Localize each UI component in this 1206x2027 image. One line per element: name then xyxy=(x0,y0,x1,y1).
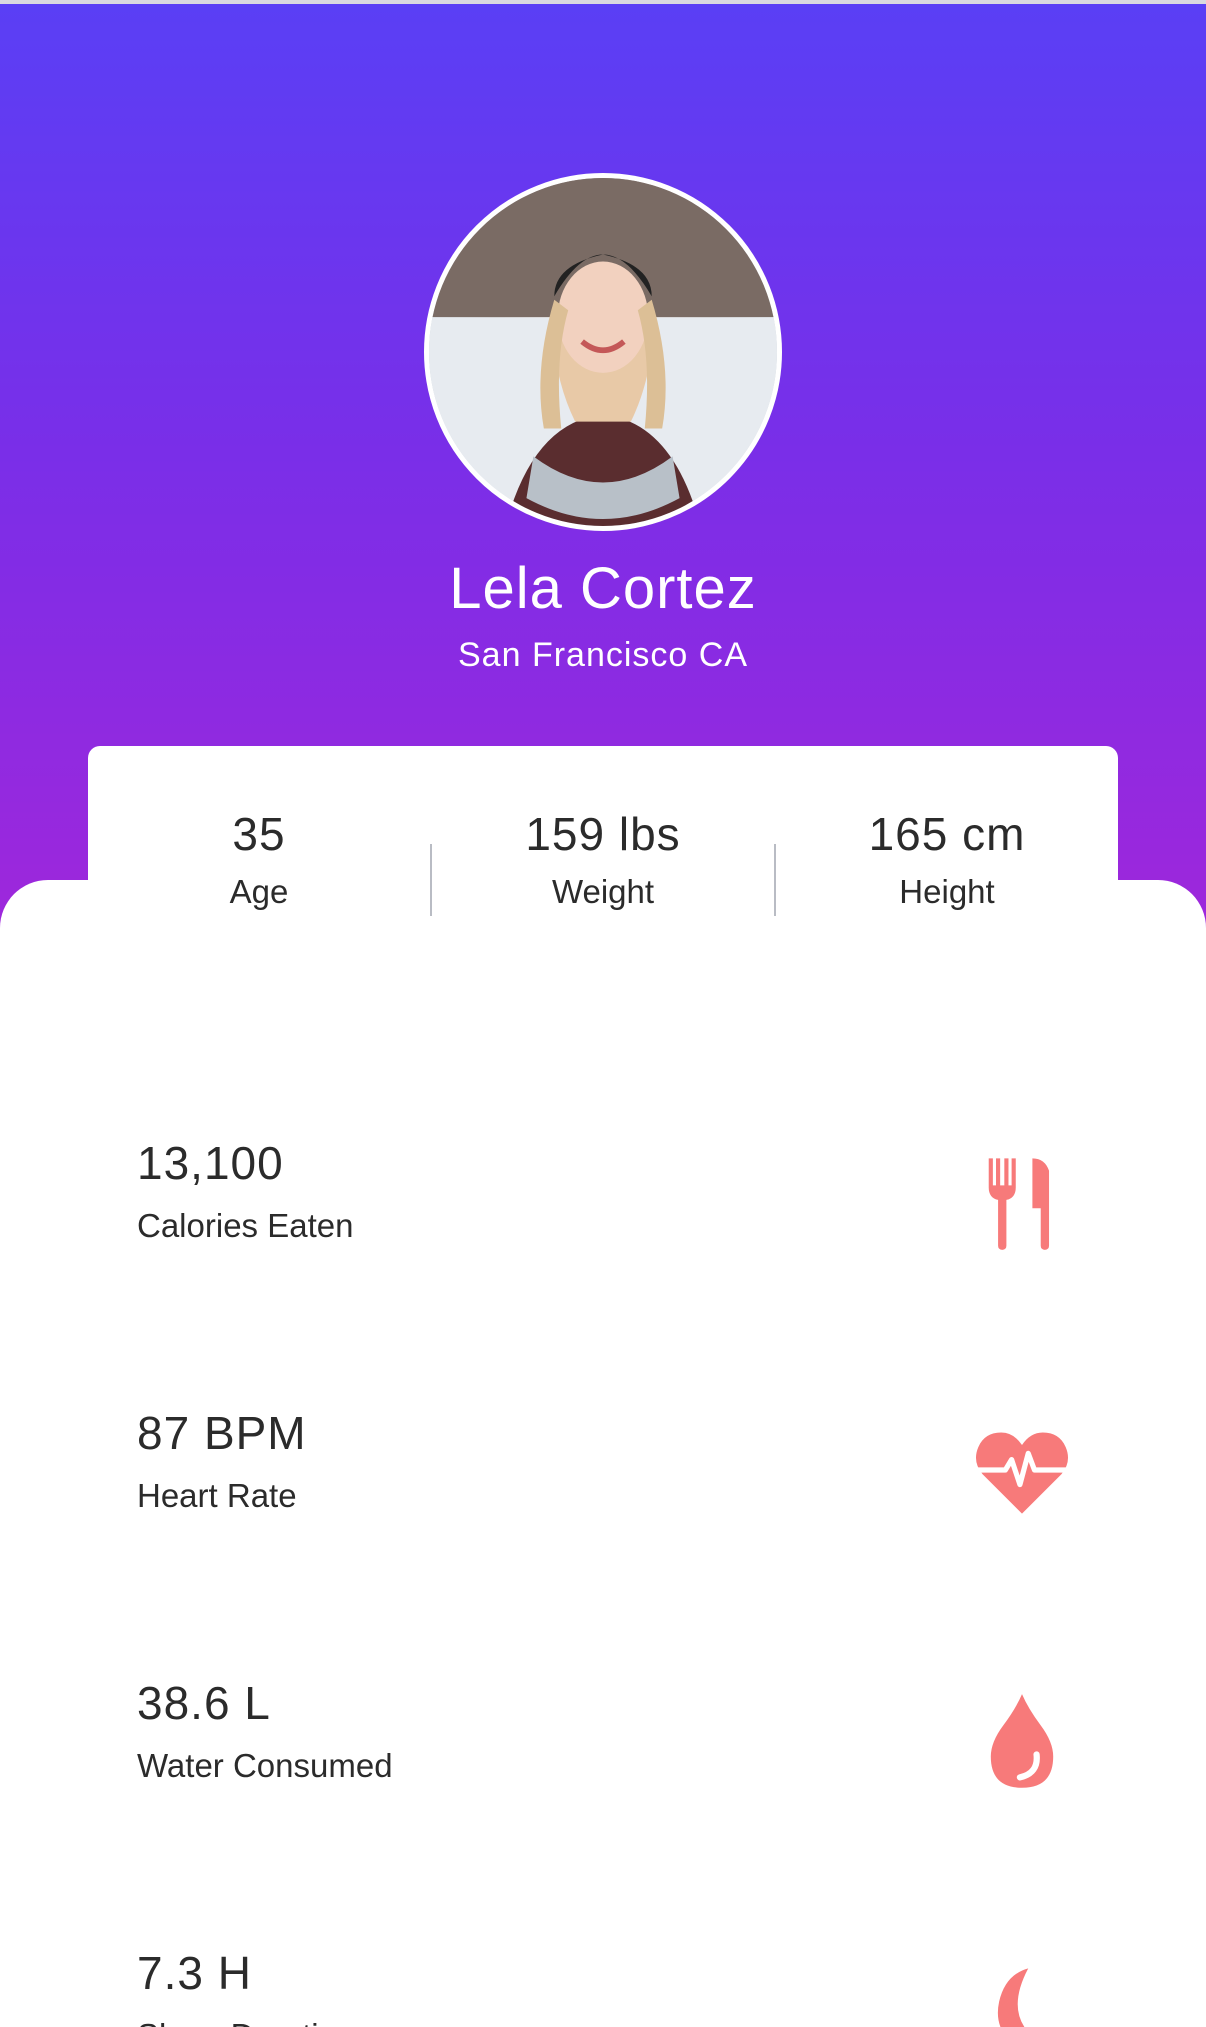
metric-value: 7.3 H xyxy=(137,1947,252,1999)
stat-label: Height xyxy=(899,873,995,910)
stat-value: 159 lbs xyxy=(525,808,681,860)
stat-value: 165 cm xyxy=(868,808,1026,860)
stat-height: 165 cm Height xyxy=(776,746,1118,910)
stat-label: Weight xyxy=(551,873,655,910)
stat-label: Age xyxy=(229,873,289,910)
metric-water[interactable]: 38.6 L Water Consumed xyxy=(0,1676,1206,1846)
profile-location: San Francisco CA xyxy=(458,636,748,674)
water-drop-icon xyxy=(970,1690,1074,1794)
metric-sleep[interactable]: 7.3 H Sleep Duration xyxy=(0,1946,1206,2027)
metric-label: Heart Rate xyxy=(137,1477,297,1514)
stats-card: 35 Age 159 lbs Weight 165 cm Height xyxy=(88,746,1118,956)
avatar-photo xyxy=(429,178,777,526)
avatar[interactable] xyxy=(424,173,782,531)
moon-icon xyxy=(970,1960,1074,2027)
stat-weight: 159 lbs Weight xyxy=(432,746,774,910)
metric-label: Calories Eaten xyxy=(137,1207,354,1244)
top-divider xyxy=(0,0,1206,4)
metric-label: Sleep Duration xyxy=(137,2016,355,2027)
metric-label: Water Consumed xyxy=(137,1747,393,1784)
profile-name: Lela Cortez xyxy=(449,556,757,621)
metric-value: 38.6 L xyxy=(137,1677,271,1729)
profile-screen: Lela Cortez San Francisco CA 35 Age 159 … xyxy=(0,0,1206,2027)
fork-knife-icon xyxy=(970,1150,1074,1254)
metric-value: 87 BPM xyxy=(137,1407,307,1459)
metric-value: 13,100 xyxy=(137,1137,284,1189)
metric-calories[interactable]: 13,100 Calories Eaten xyxy=(0,1136,1206,1306)
stat-value: 35 xyxy=(232,808,286,860)
metric-heart-rate[interactable]: 87 BPM Heart Rate xyxy=(0,1406,1206,1576)
stat-age: 35 Age xyxy=(88,746,430,910)
heart-rate-icon xyxy=(970,1418,1074,1522)
